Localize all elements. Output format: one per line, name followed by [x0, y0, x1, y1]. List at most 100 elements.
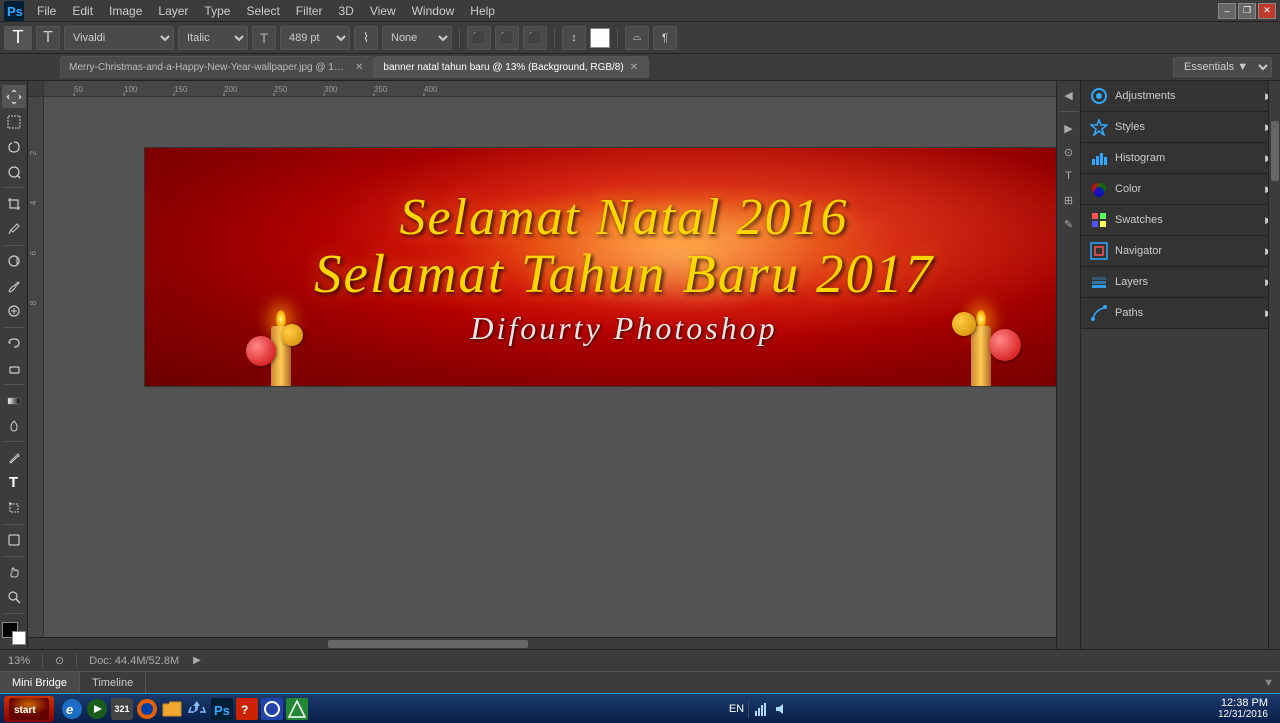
menu-type[interactable]: Type: [197, 2, 237, 20]
tool-eraser[interactable]: [2, 357, 26, 380]
panel-icon-2[interactable]: ⊙: [1059, 142, 1079, 162]
taskbar-app7[interactable]: ?: [236, 698, 258, 720]
menu-layer[interactable]: Layer: [151, 2, 195, 20]
font-size-select[interactable]: 489 pt: [280, 26, 350, 50]
ornament-right: [989, 329, 1021, 361]
character-panel-btn[interactable]: ¶: [653, 26, 677, 50]
scrollbar-horizontal[interactable]: [28, 637, 1056, 649]
panel-paths[interactable]: Paths ▶: [1081, 298, 1280, 329]
toolbox-sep1: [4, 187, 24, 188]
close-button[interactable]: ✕: [1258, 3, 1276, 19]
menu-help[interactable]: Help: [463, 2, 502, 20]
tool-clone[interactable]: [2, 300, 26, 323]
taskbar-photoshop[interactable]: Ps: [211, 698, 233, 720]
mini-bridge-tab[interactable]: Mini Bridge: [0, 672, 80, 693]
tool-burn[interactable]: [2, 414, 26, 437]
tool-history[interactable]: [2, 332, 26, 355]
taskbar-folder[interactable]: [161, 698, 183, 720]
align-center-btn[interactable]: ⬛: [495, 26, 519, 50]
font-style-select[interactable]: Italic: [178, 26, 248, 50]
mini-bar-collapse[interactable]: ▼: [1257, 677, 1280, 689]
panel-swatches[interactable]: Swatches ▶: [1081, 205, 1280, 236]
warp-text-btn[interactable]: ⌓: [625, 26, 649, 50]
panel-icon-4[interactable]: ⊞: [1059, 190, 1079, 210]
tab-banner[interactable]: banner natal tahun baru @ 13% (Backgroun…: [374, 56, 649, 78]
menu-view[interactable]: View: [363, 2, 403, 20]
tool-zoom[interactable]: [2, 586, 26, 609]
collapse-panel-btn[interactable]: ◀: [1059, 85, 1079, 105]
menu-3d[interactable]: 3D: [331, 2, 360, 20]
font-family-select[interactable]: Vivaldi: [64, 26, 174, 50]
tab-banner-close[interactable]: ✕: [630, 62, 638, 73]
adjustments-label: Adjustments: [1115, 90, 1176, 102]
tab-christmas[interactable]: Merry-Christmas-and-a-Happy-New-Year-wal…: [60, 56, 374, 78]
panel-histogram[interactable]: Histogram ▶: [1081, 143, 1280, 174]
ruler-top-row: 50 100 150 200 250 300 350 400: [28, 81, 1056, 97]
tool-eyedropper[interactable]: [2, 218, 26, 241]
menu-select[interactable]: Select: [239, 2, 286, 20]
tool-crop[interactable]: [2, 192, 26, 215]
panel-scrollbar[interactable]: [1268, 81, 1280, 649]
candle-right: [936, 246, 1026, 386]
tool-lasso[interactable]: [2, 135, 26, 158]
panel-icon-3[interactable]: T: [1059, 166, 1079, 186]
tool-move[interactable]: [2, 85, 26, 108]
tool-pen[interactable]: [2, 446, 26, 469]
indent-btn[interactable]: ↕: [562, 26, 586, 50]
essentials-select[interactable]: Essentials ▼: [1173, 57, 1272, 77]
taskbar-app8[interactable]: [261, 698, 283, 720]
align-right-btn[interactable]: ⬛: [523, 26, 547, 50]
banner-line2: Selamat Tahun Baru 2017: [314, 242, 934, 305]
text-color-swatch[interactable]: [590, 28, 610, 48]
tool-shape[interactable]: [2, 529, 26, 552]
panel-icon-1[interactable]: ▶: [1059, 118, 1079, 138]
color-label: Color: [1115, 183, 1141, 195]
taskbar-ie[interactable]: e: [61, 698, 83, 720]
start-button[interactable]: start: [4, 696, 54, 722]
layers-icon: [1089, 272, 1109, 292]
tab-christmas-close[interactable]: ✕: [355, 62, 363, 73]
minimize-button[interactable]: –: [1218, 3, 1236, 19]
timeline-tab[interactable]: Timeline: [80, 672, 146, 693]
status-arrow[interactable]: ▶: [193, 655, 201, 666]
taskbar-app9[interactable]: [286, 698, 308, 720]
text-orientation-btn[interactable]: T: [36, 26, 60, 50]
panel-icon-5[interactable]: ✎: [1059, 214, 1079, 234]
ruler-corner: [28, 81, 44, 97]
taskbar-321[interactable]: 321: [111, 698, 133, 720]
tool-marquee[interactable]: [2, 110, 26, 133]
panel-adjustments[interactable]: Adjustments ▶: [1081, 81, 1280, 112]
color-swatches[interactable]: [2, 622, 26, 645]
tool-healing[interactable]: [2, 250, 26, 273]
tool-path-select[interactable]: [2, 496, 26, 519]
divider2: [554, 28, 555, 48]
taskbar-recycle[interactable]: [186, 698, 208, 720]
scroll-thumb-h[interactable]: [328, 640, 528, 648]
tool-gradient[interactable]: [2, 389, 26, 412]
volume-icon: [773, 701, 789, 717]
tool-quick-select[interactable]: [2, 160, 26, 183]
tool-brush[interactable]: [2, 275, 26, 298]
warp-text-icon[interactable]: ⌇: [354, 26, 378, 50]
menu-edit[interactable]: Edit: [65, 2, 100, 20]
restore-button[interactable]: ❐: [1238, 3, 1256, 19]
right-icon-bar: ◀ ▶ ⊙ T ⊞ ✎: [1056, 81, 1080, 649]
aa-mode-select[interactable]: None: [382, 26, 452, 50]
taskbar-media[interactable]: [86, 698, 108, 720]
panel-navigator[interactable]: Navigator ▶: [1081, 236, 1280, 267]
taskbar-firefox[interactable]: [136, 698, 158, 720]
menu-image[interactable]: Image: [102, 2, 149, 20]
text-tool-indicator[interactable]: T: [4, 26, 32, 50]
background-color[interactable]: [12, 631, 26, 645]
align-left-btn[interactable]: ⬛: [467, 26, 491, 50]
menu-file[interactable]: File: [30, 2, 63, 20]
tool-text[interactable]: T: [2, 471, 26, 494]
tool-hand[interactable]: [2, 561, 26, 584]
menu-filter[interactable]: Filter: [289, 2, 330, 20]
menu-window[interactable]: Window: [405, 2, 462, 20]
panel-styles[interactable]: Styles ▶: [1081, 112, 1280, 143]
panel-color[interactable]: Color ▶: [1081, 174, 1280, 205]
panel-layers[interactable]: Layers ▶: [1081, 267, 1280, 298]
toolbox-sep6: [4, 524, 24, 525]
panel-scroll-thumb[interactable]: [1271, 121, 1279, 181]
